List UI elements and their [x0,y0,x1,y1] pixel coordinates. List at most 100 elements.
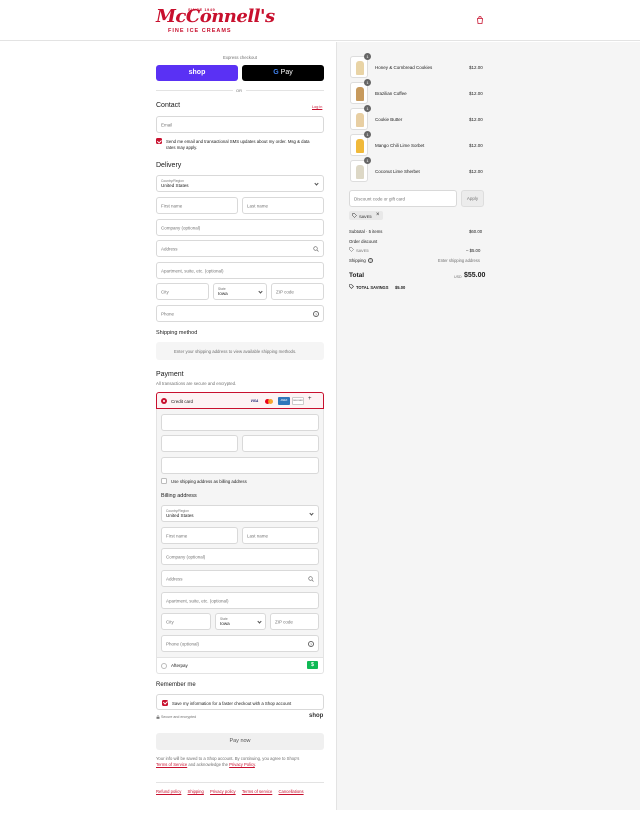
quantity-badge: 1 [364,79,371,86]
billing-state-select[interactable]: State Iowa [215,613,266,630]
discover-icon: DISCOVER [292,397,304,405]
footer-shipping-link[interactable]: Shipping [188,789,204,794]
last-name-field[interactable]: Last name [242,197,324,214]
billing-city-field[interactable]: City [161,613,211,630]
terms-of-service-link[interactable]: Terms of Service [156,762,187,767]
city-placeholder: City [161,289,169,294]
footer-links: Refund policy Shipping Privacy policy Te… [156,789,304,794]
billing-phone-field[interactable]: Phone (optional) ? [161,635,319,652]
total-savings-value: $5.00 [395,285,406,290]
discount-code-field[interactable]: Discount code or gift card [349,190,457,207]
city-field[interactable]: City [156,283,209,300]
secure-label: Secure and encrypted [161,715,197,719]
product-image [356,61,364,75]
subtotal-label: Subtotal · 5 items [349,229,383,234]
afterpay-radio[interactable] [161,662,167,669]
save-info-checkbox[interactable] [162,699,168,706]
marketing-text-line1: Send me email and transactional SMS upda… [166,139,310,144]
quantity-badge: 1 [364,131,371,138]
more-cards-icon: + [308,396,312,402]
address-field[interactable]: Address [156,240,324,257]
tag-icon [349,247,354,252]
footer-divider [156,782,324,783]
or-divider-left [156,90,233,91]
help-icon[interactable]: ? [313,310,319,317]
state-select[interactable]: State Iowa [213,283,267,300]
product-name: Cookie Butter [375,117,403,122]
company-field[interactable]: Company (optional) [156,219,324,236]
apartment-field[interactable]: Apartment, suite, etc. (optional) [156,262,324,279]
marketing-text-line2: rates may apply. [166,145,198,150]
help-icon[interactable]: ? [308,640,314,647]
shipping-value: Enter shipping address [438,258,480,263]
shipping-method-title: Shipping method [156,330,198,336]
card-number-field[interactable] [161,414,319,431]
card-expiry-field[interactable] [161,435,238,452]
card-name-field[interactable] [161,457,319,474]
credit-card-radio[interactable] [161,398,167,404]
afterpay-label: Afterpay [171,663,188,668]
express-checkout-label: Express checkout [223,55,257,60]
footer-refund-link[interactable]: Refund policy [156,789,181,794]
billing-last-name-placeholder: Last name [247,533,269,538]
savings-tag-icon [349,284,354,289]
billing-zip-placeholder: ZIP code [275,619,293,624]
product-name: Brazilian Coffee [375,91,407,96]
credit-card-option[interactable]: Credit card VISA AMEX DISCOVER + [156,392,324,409]
pay-now-button[interactable]: Pay now [156,733,324,750]
product-image [356,87,364,101]
terms-middle: and acknowledge the [188,762,228,767]
marketing-checkbox[interactable] [156,138,162,144]
zip-field[interactable]: ZIP code [271,283,324,300]
billing-zip-field[interactable]: ZIP code [270,613,319,630]
email-field[interactable]: Email [156,116,324,133]
terms-line1: Your info will be saved to a Shop accoun… [156,756,300,761]
cart-bag-icon[interactable] [476,16,484,24]
state-value: Iowa [218,291,228,296]
google-g-icon: G [273,69,279,76]
billing-country-select[interactable]: Country/Region United States [161,505,319,522]
phone-field[interactable]: Phone ? [156,305,324,322]
product-name: Coconut Lime Sherbet [375,169,420,174]
shop-pay-button[interactable]: shop [156,65,238,81]
contact-title: Contact [156,102,181,109]
billing-company-placeholder: Company (optional) [166,554,206,559]
billing-address-title: Billing address [161,493,197,499]
country-select[interactable]: Country/Region United States [156,175,324,192]
shipping-method-notice-text: Enter your shipping address to view avai… [174,349,297,354]
first-name-field[interactable]: First name [156,197,238,214]
card-cvv-field[interactable] [242,435,319,452]
product-image [356,165,364,179]
total-value: $55.00 [464,272,486,279]
login-link[interactable]: Log in [312,105,322,109]
shipping-method-notice: Enter your shipping address to view avai… [156,342,324,360]
search-icon [313,246,319,252]
apply-button[interactable]: Apply [461,190,484,207]
billing-company-field[interactable]: Company (optional) [161,548,319,565]
billing-apartment-field[interactable]: Apartment, suite, etc. (optional) [161,592,319,609]
header: McConnell's SINCE 1949 FINE ICE CREAMS [0,0,640,41]
phone-placeholder: Phone [161,311,175,316]
billing-last-name-field[interactable]: Last name [242,527,319,544]
billing-city-placeholder: City [166,619,174,624]
product-name: Honey & Cornbread Cookies [375,65,433,70]
chevron-down-icon [309,511,314,516]
company-placeholder: Company (optional) [161,225,201,230]
billing-address-field[interactable]: Address [161,570,319,587]
afterpay-option[interactable]: Afterpay $ [156,658,324,674]
remove-discount-icon[interactable]: × [376,212,380,218]
billing-first-name-field[interactable]: First name [161,527,238,544]
brand-logo[interactable]: McConnell's SINCE 1949 FINE ICE CREAMS [156,6,275,36]
use-shipping-checkbox[interactable] [161,478,167,484]
country-value: United States [161,183,189,188]
google-pay-button[interactable]: G Pay [242,65,324,81]
privacy-policy-link[interactable]: Privacy Policy [229,762,255,767]
shipping-info-icon[interactable]: ? [368,258,373,263]
google-pay-label: Pay [280,69,293,76]
footer-privacy-link[interactable]: Privacy policy [210,789,236,794]
footer-cancellations-link[interactable]: Cancellations [278,789,303,794]
payment-title: Payment [156,371,184,378]
delivery-title: Delivery [156,162,182,169]
billing-first-name-placeholder: First name [166,533,188,538]
footer-terms-link[interactable]: Terms of service [242,789,272,794]
